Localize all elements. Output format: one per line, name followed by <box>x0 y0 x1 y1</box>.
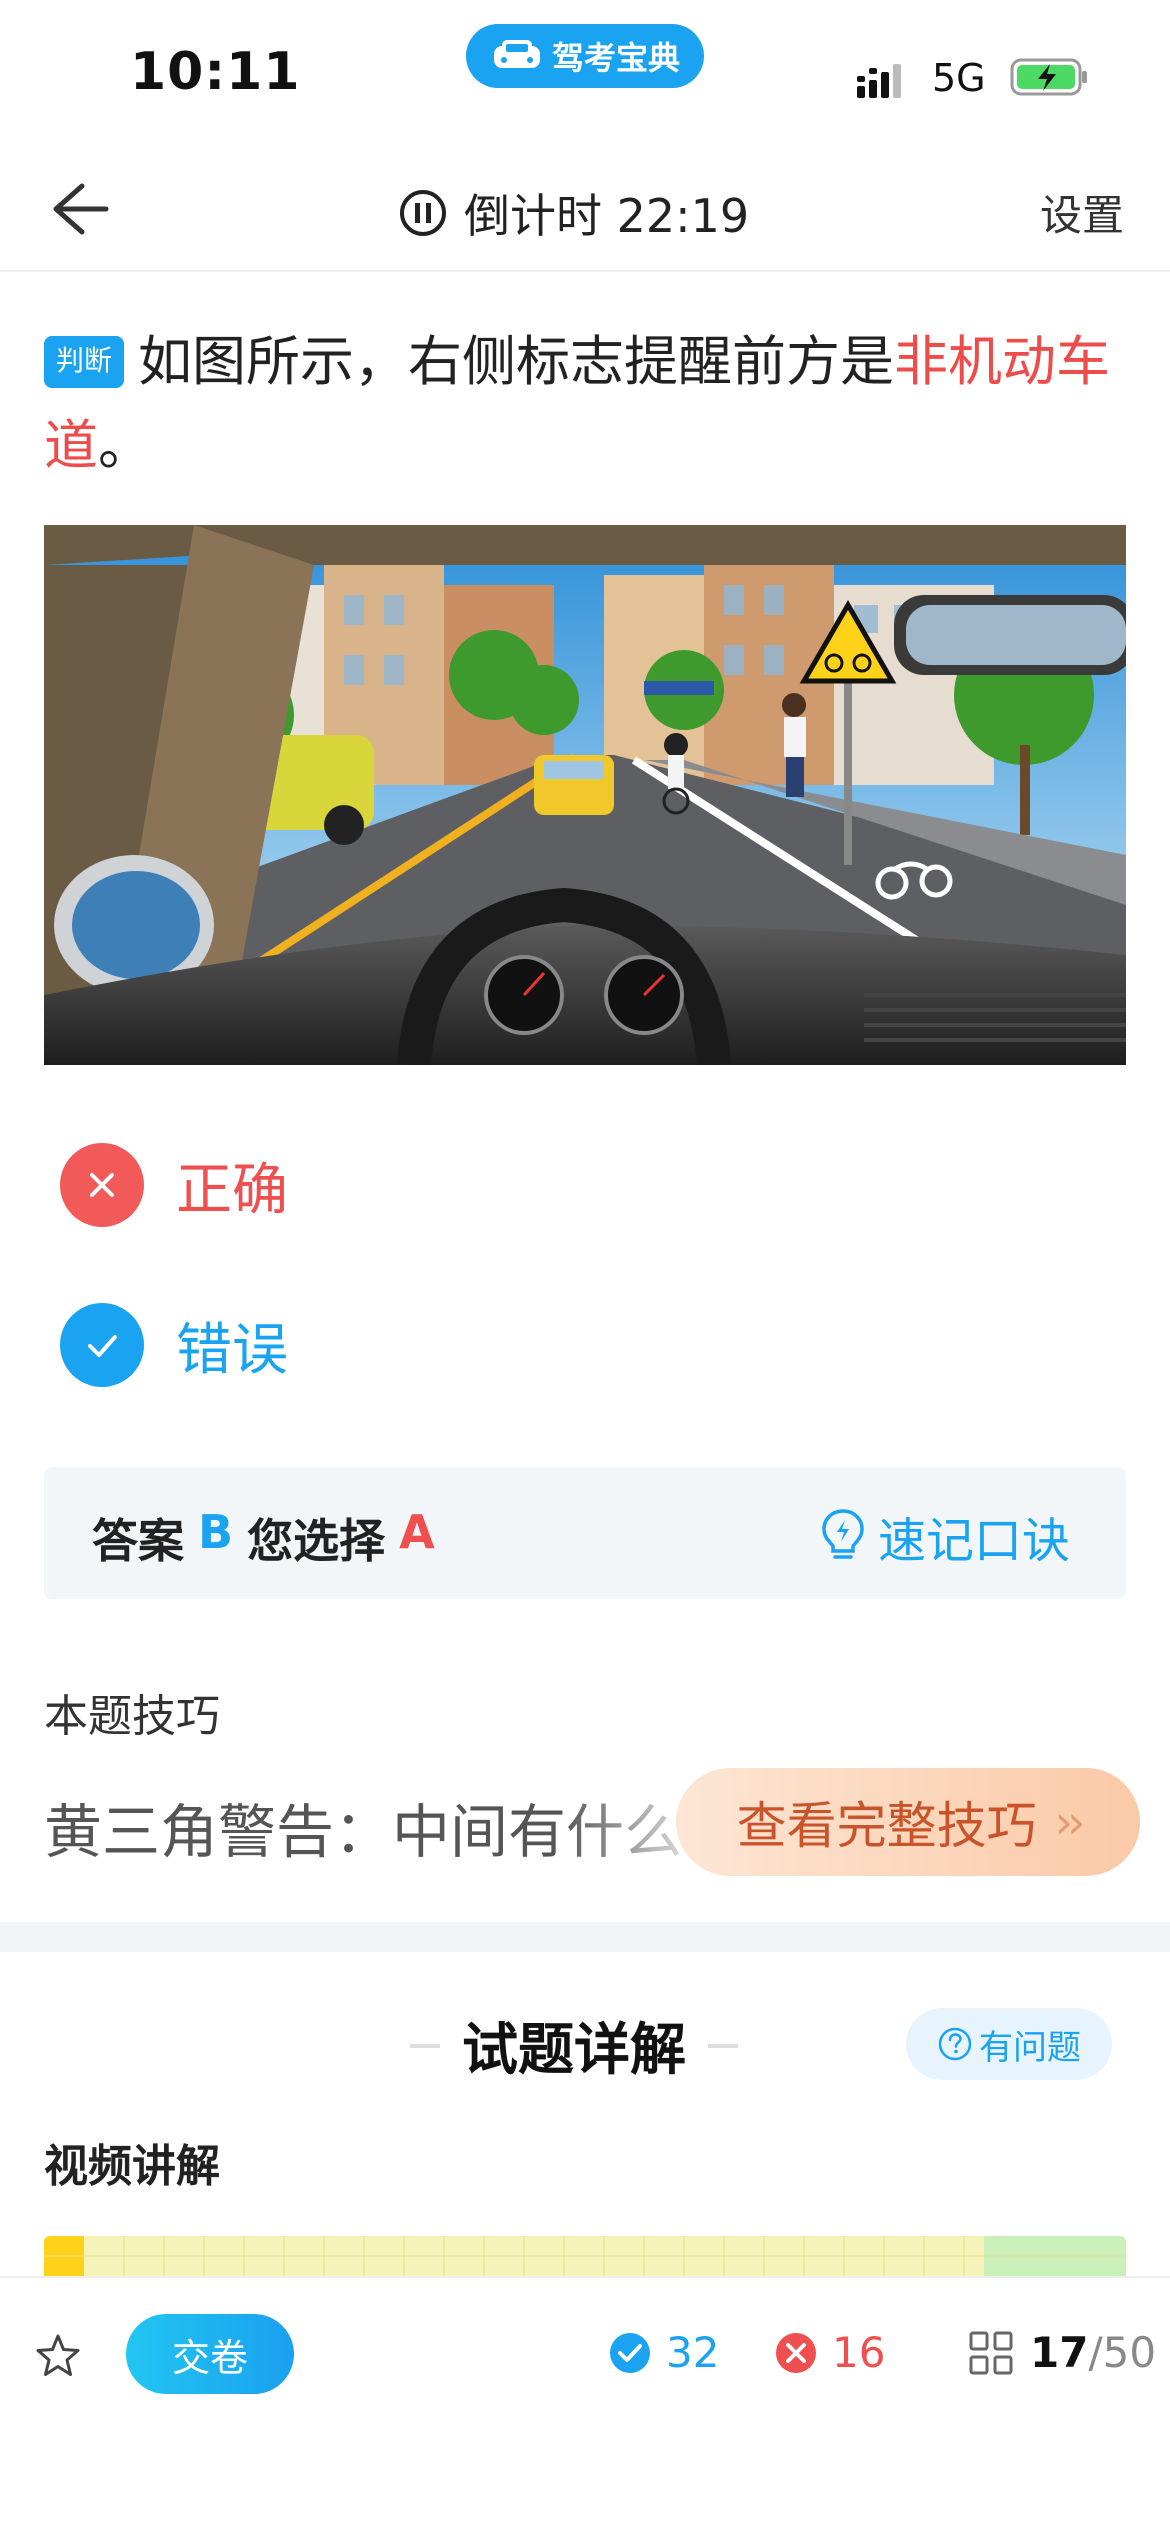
wrong-count[interactable]: 16 <box>774 2328 885 2377</box>
correct-count[interactable]: 32 <box>608 2328 719 2377</box>
progress-current: 17 <box>1030 2328 1089 2377</box>
section-divider <box>0 1922 1170 1952</box>
option-a-marker <box>60 1143 144 1227</box>
tips-button-label: 查看完整技巧 <box>736 1797 1037 1855</box>
option-b-label: 错误 <box>176 1317 288 1383</box>
close-icon <box>90 1173 114 1197</box>
chevron-right-icon: ›› <box>1054 1795 1086 1849</box>
car-icon <box>493 40 540 68</box>
report-problem-label: 有问题 <box>979 2027 1081 2068</box>
help-icon <box>938 2027 972 2061</box>
back-arrow-icon[interactable] <box>40 174 120 244</box>
video-thumbnail[interactable] <box>44 2236 1126 2276</box>
close-circle-icon <box>776 2332 816 2373</box>
nav-bar: 倒计时 22:19 设置 <box>0 150 1170 272</box>
correct-count-value: 32 <box>666 2328 720 2377</box>
check-circle-icon <box>610 2332 650 2373</box>
answer-summary: 答案 B 您选择 A <box>92 1505 435 1571</box>
network-type: 5G <box>932 56 986 100</box>
detail-title-text: 试题详解 <box>462 2018 686 2083</box>
app-pill[interactable]: 驾考宝典 <box>466 24 704 88</box>
title-dash-left <box>410 2043 440 2048</box>
progress-total: /50 <box>1088 2328 1157 2377</box>
question-illustration <box>44 525 1126 1065</box>
answer-label: 答案 <box>92 1514 184 1568</box>
chosen-value: A <box>399 1505 435 1559</box>
status-bar: 10:11 驾考宝典 5G <box>0 0 1170 150</box>
settings-button[interactable]: 设置 <box>1040 182 1124 243</box>
detail-section-title: 试题详解 <box>410 2005 760 2086</box>
question-progress[interactable]: 17/50 <box>968 2328 1156 2377</box>
question-text: 判断 如图所示，右侧标志提醒前方是非机动车道。 <box>44 320 1134 488</box>
countdown-timer[interactable]: 倒计时 22:19 <box>398 180 749 246</box>
view-full-tips-button[interactable]: 查看完整技巧 ›› <box>676 1768 1140 1876</box>
question-type-badge: 判断 <box>44 336 125 388</box>
chosen-label: 您选择 <box>247 1514 386 1568</box>
app-name: 驾考宝典 <box>551 39 680 77</box>
pause-icon <box>400 190 446 236</box>
wrong-count-value: 16 <box>832 2328 886 2377</box>
check-icon <box>88 1335 117 1357</box>
grid-icon <box>969 2331 1013 2374</box>
option-a-label: 正确 <box>176 1157 288 1223</box>
report-problem-button[interactable]: 有问题 <box>906 2008 1112 2080</box>
signal-icon <box>857 64 901 98</box>
option-wrong[interactable]: 错误 <box>60 1300 560 1390</box>
video-section-title: 视频讲解 <box>44 2141 220 2192</box>
tips-title: 本题技巧 <box>44 1691 220 1742</box>
option-b-marker <box>60 1303 144 1387</box>
answer-value: B <box>198 1505 234 1559</box>
mnemonic-label: 速记口诀 <box>877 1513 1070 1569</box>
answer-box: 答案 B 您选择 A 速记口诀 <box>44 1467 1126 1599</box>
bottom-bar: 交卷 32 16 17/50 <box>0 2276 1170 2532</box>
star-icon[interactable] <box>34 2332 82 2380</box>
status-time: 10:11 <box>130 42 301 102</box>
question-text-main: 如图所示，右侧标志提醒前方是 <box>138 330 895 393</box>
option-correct[interactable]: 正确 <box>60 1140 560 1230</box>
mnemonic-button[interactable]: 速记口诀 <box>818 1501 1070 1571</box>
battery-charging-icon <box>1010 58 1087 96</box>
lightbulb-icon <box>822 1509 864 1559</box>
question-text-end: 。 <box>98 414 152 477</box>
timer-label: 倒计时 22:19 <box>464 189 750 243</box>
title-dash-right <box>708 2043 738 2048</box>
submit-exam-button[interactable]: 交卷 <box>126 2314 294 2394</box>
